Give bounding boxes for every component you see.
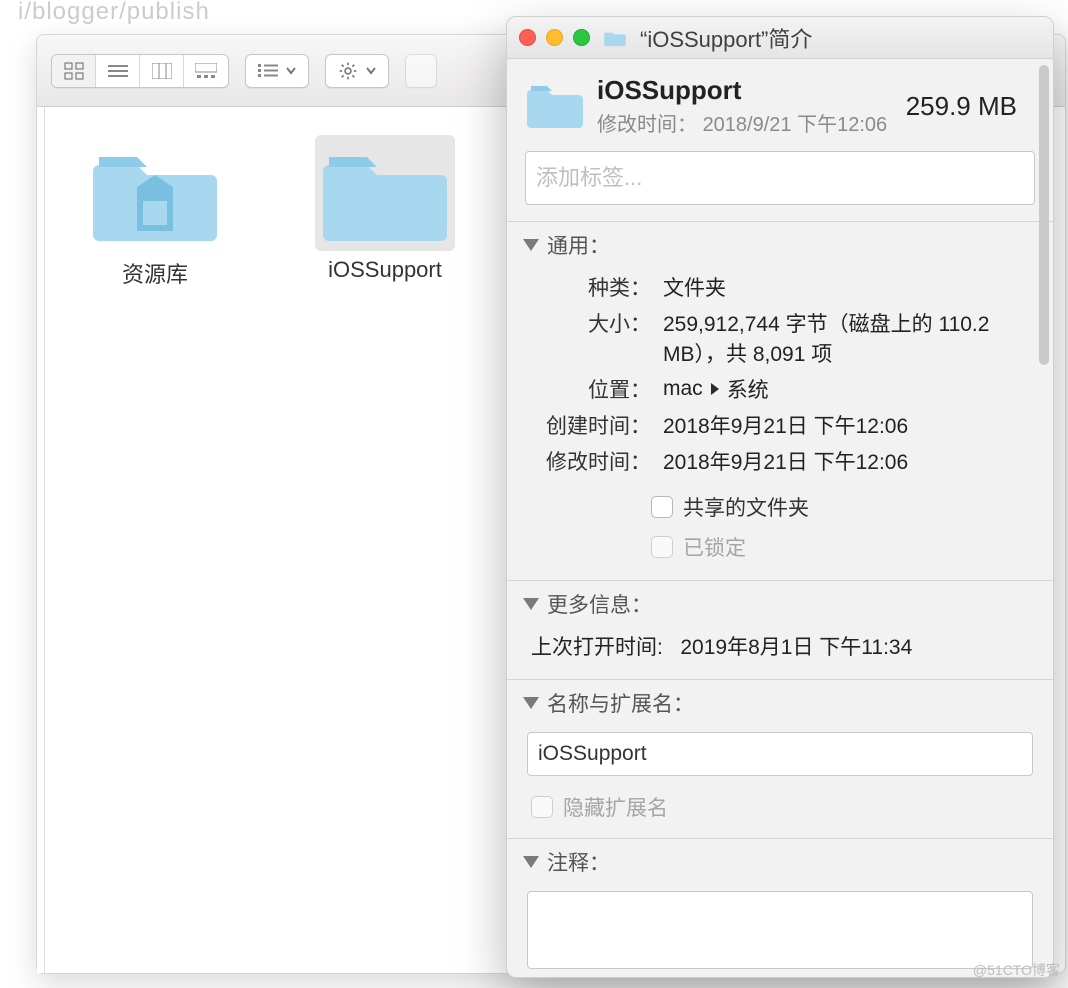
disclosure-triangle-icon [523,856,539,868]
group-by-icon [258,63,278,79]
minimize-button[interactable] [546,29,563,46]
size-label: 大小： [531,308,651,338]
folder-icon [93,145,217,245]
created-label: 创建时间： [531,410,651,440]
zoom-button[interactable] [573,29,590,46]
kind-value: 文件夹 [663,272,1029,302]
tags-field[interactable] [525,151,1035,205]
group-by-button[interactable] [245,54,309,88]
section-more: 更多信息： 上次打开时间: 2019年8月1日 下午11:34 [507,580,1053,679]
folder-item-library[interactable]: 资源库 [75,135,235,289]
last-open-value: 2019年8月1日 下午11:34 [680,636,912,659]
watermark: @51CTO博客 [973,960,1060,980]
where-value: mac 系统 [663,374,1029,404]
shared-checkbox[interactable] [651,496,673,518]
disclosure-triangle-icon [523,598,539,610]
hide-ext-checkbox[interactable] [531,796,553,818]
locked-checkbox[interactable] [651,536,673,558]
section-comments-toggle[interactable]: 注释： [507,839,1053,885]
scrollbar[interactable] [1039,65,1049,365]
modified-label: 修改时间： [531,446,651,476]
info-name: iOSSupport [597,75,887,106]
name-ext-field[interactable] [527,732,1033,776]
info-header: iOSSupport 修改时间： 2018/9/21 下午12:06 259.9… [507,59,1053,145]
info-size: 259.9 MB [906,91,1033,122]
folder-item-iossupport[interactable]: iOSSupport [305,135,465,283]
section-title: 通用： [547,230,610,260]
folder-icon [527,82,583,130]
folder-icon [323,145,447,245]
hide-ext-label: 隐藏扩展名 [563,792,668,822]
name-ext-input[interactable] [538,742,1022,766]
view-list-icon[interactable] [96,55,140,87]
sidebar-edge [37,107,45,973]
chevron-down-icon [286,67,296,75]
comments-textarea[interactable] [527,891,1033,969]
section-name-ext: 名称与扩展名： 隐藏扩展名 [507,679,1053,838]
get-info-panel: “iOSSupport”简介 iOSSupport 修改时间： 2018/9/2… [506,16,1054,978]
view-mode-segment[interactable] [51,54,229,88]
info-title: “iOSSupport”简介 [640,22,812,54]
where-label: 位置： [531,374,651,404]
section-general: 通用： 种类： 文件夹 大小： 259,912,744 字节（磁盘上的 110.… [507,221,1053,580]
section-more-toggle[interactable]: 更多信息： [507,581,1053,627]
disclosure-triangle-icon [523,239,539,251]
section-general-toggle[interactable]: 通用： [507,222,1053,268]
shared-label: 共享的文件夹 [683,492,809,522]
folder-label: iOSSupport [305,257,465,283]
last-open-label: 上次打开时间: [531,636,663,659]
share-segment[interactable] [405,54,437,88]
disclosure-triangle-icon [523,697,539,709]
kind-label: 种类： [531,272,651,302]
view-icon-grid-icon[interactable] [52,55,96,87]
view-columns-icon[interactable] [140,55,184,87]
folder-label: 资源库 [75,257,235,289]
gear-icon [338,61,358,81]
modified-value: 2018年9月21日 下午12:06 [663,446,1029,476]
tags-input[interactable] [536,165,1024,191]
size-value: 259,912,744 字节（磁盘上的 110.2 MB），共 8,091 项 [663,308,1029,368]
section-title: 名称与扩展名： [547,688,694,718]
locked-label: 已锁定 [683,532,746,562]
created-value: 2018年9月21日 下午12:06 [663,410,1029,440]
section-title: 更多信息： [547,589,652,619]
section-comments: 注释： [507,838,1053,969]
section-title: 注释： [547,847,610,877]
info-modified-line: 修改时间： 2018/9/21 下午12:06 [597,108,887,137]
view-gallery-icon[interactable] [184,55,228,87]
action-button[interactable] [325,54,389,88]
path-separator-icon [711,383,719,395]
section-name-ext-toggle[interactable]: 名称与扩展名： [507,680,1053,726]
folder-icon [604,29,626,47]
info-titlebar[interactable]: “iOSSupport”简介 [507,17,1053,59]
background-breadcrumb: i/blogger/publish [18,0,210,26]
chevron-down-icon [366,67,376,75]
close-button[interactable] [519,29,536,46]
